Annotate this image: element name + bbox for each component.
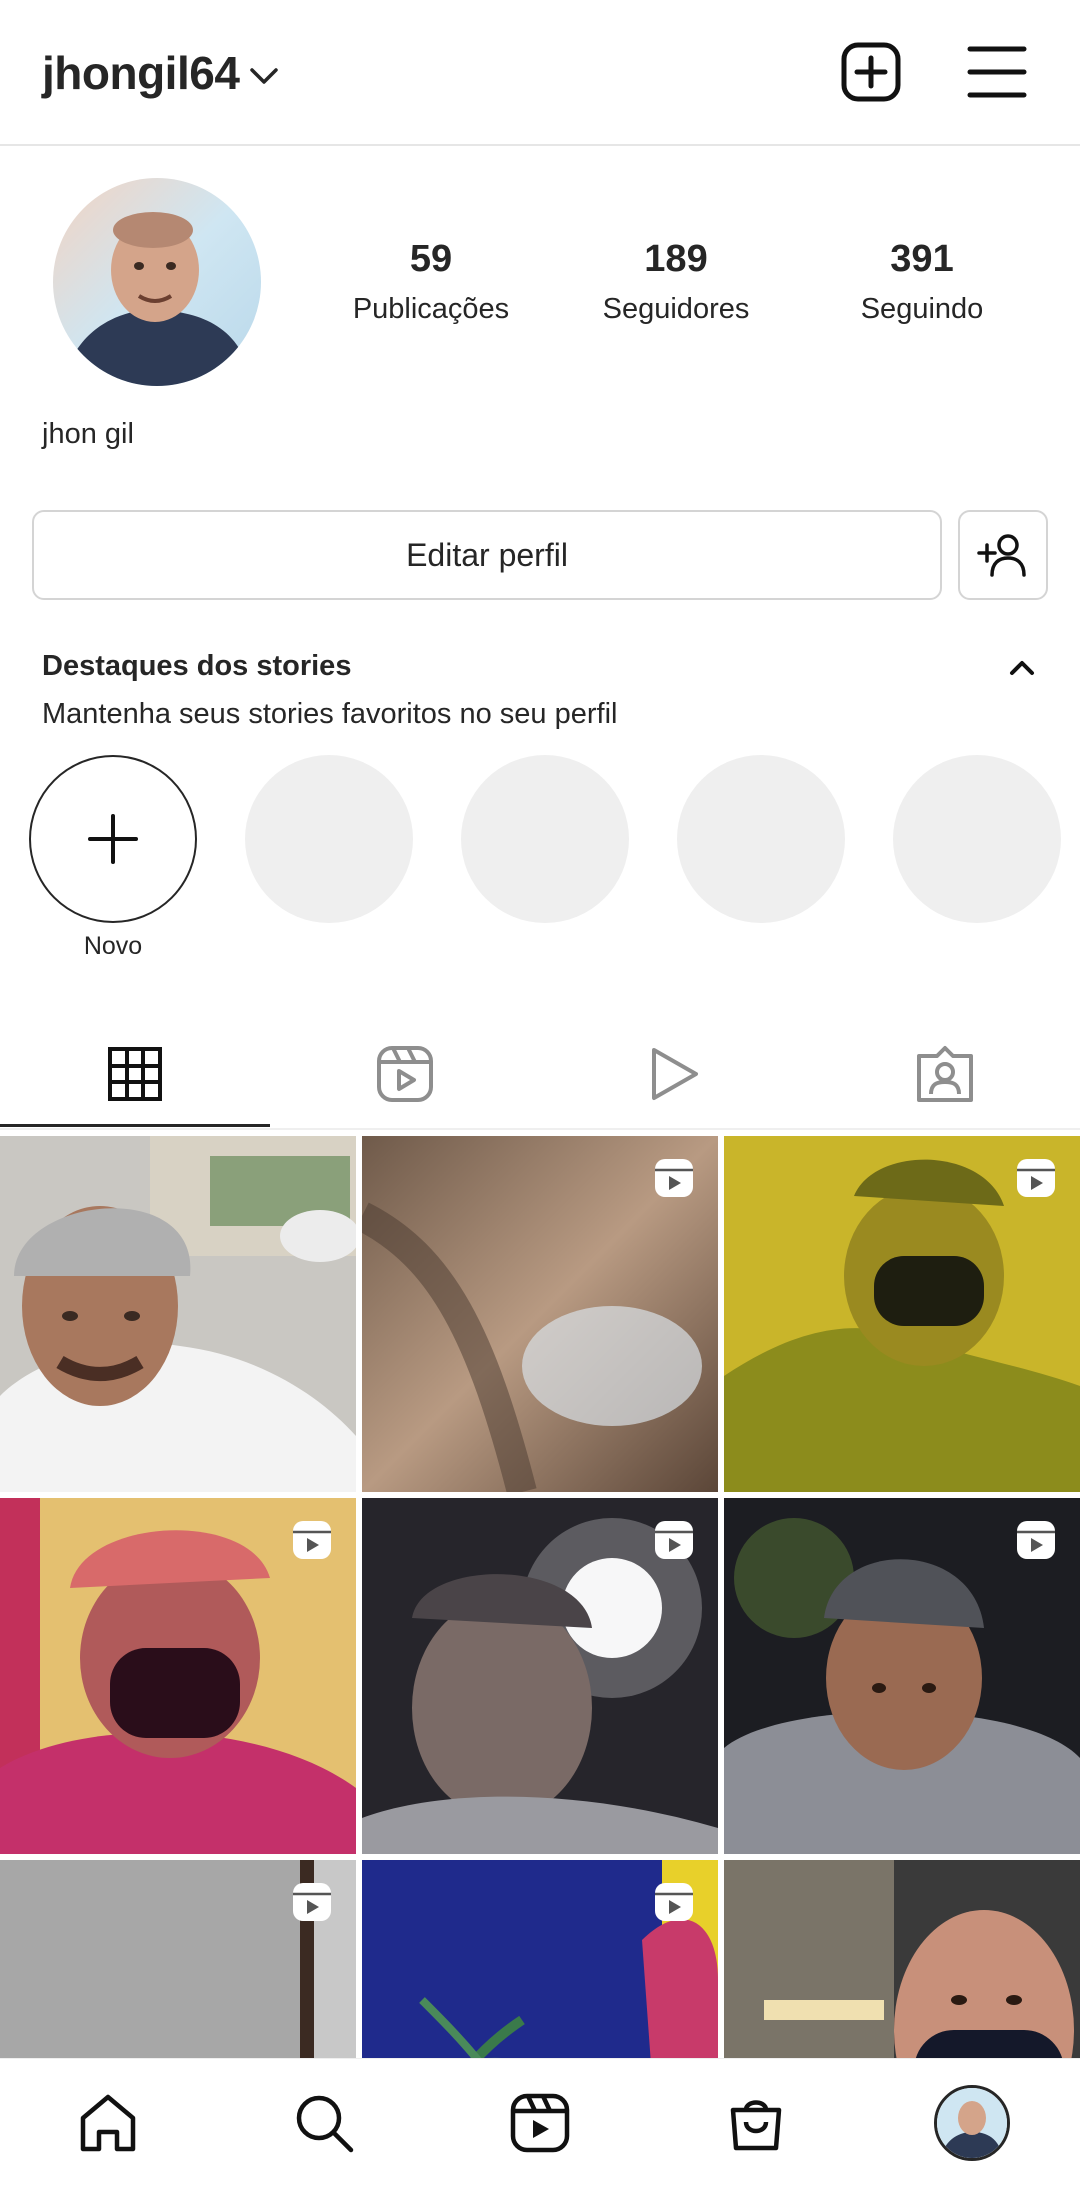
tagged-icon bbox=[917, 1046, 973, 1102]
new-post-icon[interactable] bbox=[838, 39, 904, 105]
grid-icon bbox=[108, 1047, 162, 1101]
nav-reels[interactable] bbox=[432, 2059, 648, 2186]
highlights-subtitle: Mantenha seus stories favoritos no seu p… bbox=[42, 698, 618, 730]
new-highlight-button[interactable] bbox=[29, 755, 197, 923]
menu-icon[interactable] bbox=[964, 39, 1030, 105]
grid-post[interactable] bbox=[724, 1498, 1080, 1854]
stat-following[interactable]: 391 Seguindo bbox=[822, 238, 1022, 326]
grid-post[interactable] bbox=[362, 1136, 718, 1492]
tab-videos[interactable] bbox=[540, 1018, 810, 1130]
followers-label: Seguidores bbox=[602, 293, 750, 325]
new-highlight-label: Novo bbox=[83, 932, 143, 960]
tab-posts-grid[interactable] bbox=[0, 1018, 270, 1130]
plus-icon bbox=[88, 814, 138, 864]
reel-badge-icon bbox=[655, 1883, 693, 1921]
add-user-icon bbox=[977, 534, 1026, 577]
posts-label: Publicações bbox=[352, 293, 510, 325]
chevron-up-icon[interactable] bbox=[1006, 652, 1038, 684]
reel-badge-icon bbox=[293, 1521, 331, 1559]
edit-profile-button[interactable]: Editar perfil bbox=[32, 510, 942, 600]
profile-avatar bbox=[934, 2085, 1010, 2161]
grid-post[interactable] bbox=[0, 1498, 356, 1854]
nav-search[interactable] bbox=[216, 2059, 432, 2186]
reel-badge-icon bbox=[655, 1159, 693, 1197]
search-icon bbox=[296, 2095, 354, 2153]
reels-icon bbox=[510, 2093, 570, 2153]
discover-people-button[interactable] bbox=[958, 510, 1048, 600]
home-icon bbox=[80, 2094, 136, 2152]
highlight-placeholder bbox=[245, 755, 413, 923]
bottom-navigation bbox=[0, 2058, 1080, 2186]
nav-profile[interactable] bbox=[864, 2059, 1080, 2186]
reel-badge-icon bbox=[293, 1883, 331, 1921]
highlights-title: Destaques dos stories bbox=[42, 650, 352, 682]
tab-tagged[interactable] bbox=[810, 1018, 1080, 1130]
posts-count: 59 bbox=[409, 238, 453, 280]
profile-avatar[interactable] bbox=[53, 178, 261, 386]
highlight-placeholder bbox=[893, 755, 1061, 923]
following-count: 391 bbox=[890, 238, 954, 280]
grid-post[interactable] bbox=[724, 1136, 1080, 1492]
reel-badge-icon bbox=[655, 1521, 693, 1559]
username-title[interactable]: jhongil64 bbox=[42, 46, 240, 100]
reel-badge-icon bbox=[1017, 1159, 1055, 1197]
active-tab-indicator bbox=[0, 1124, 270, 1127]
following-label: Seguindo bbox=[860, 293, 984, 325]
followers-count: 189 bbox=[644, 238, 708, 280]
profile-full-name: jhon gil bbox=[42, 418, 134, 450]
reels-icon bbox=[377, 1046, 433, 1102]
tab-reels[interactable] bbox=[270, 1018, 540, 1130]
top-bar: jhongil64 bbox=[0, 0, 1080, 146]
stat-followers[interactable]: 189 Seguidores bbox=[576, 238, 776, 326]
nav-shop[interactable] bbox=[648, 2059, 864, 2186]
nav-home[interactable] bbox=[0, 2059, 216, 2186]
grid-post[interactable] bbox=[0, 1136, 356, 1492]
highlight-placeholder bbox=[461, 755, 629, 923]
grid-post[interactable] bbox=[362, 1498, 718, 1854]
stat-posts[interactable]: 59 Publicações bbox=[331, 238, 531, 326]
chevron-down-icon[interactable] bbox=[246, 58, 282, 94]
shop-icon bbox=[730, 2100, 782, 2151]
highlight-placeholder bbox=[677, 755, 845, 923]
profile-tabs bbox=[0, 1018, 1080, 1130]
reel-badge-icon bbox=[1017, 1521, 1055, 1559]
video-play-icon bbox=[652, 1048, 698, 1100]
